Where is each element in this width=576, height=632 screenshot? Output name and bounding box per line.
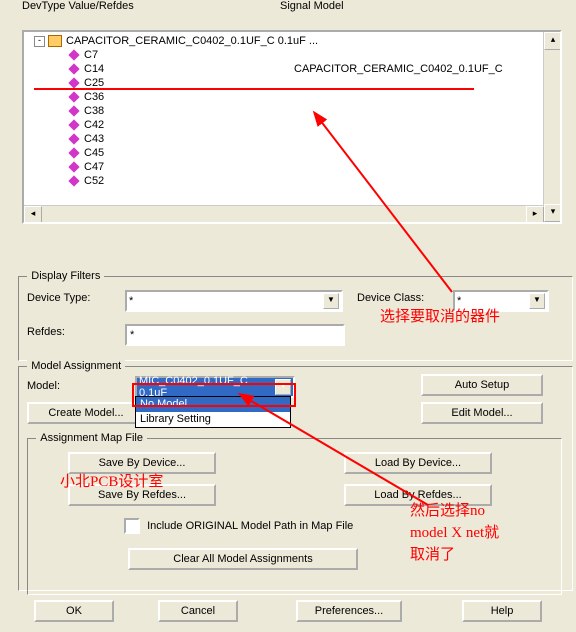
scrollbar-h[interactable]: ◂ ▸ — [24, 205, 544, 222]
diamond-icon — [68, 91, 79, 102]
diamond-icon — [68, 119, 79, 130]
device-class-combo[interactable]: *▼ — [453, 290, 549, 312]
load-by-device-button[interactable]: Load By Device... — [344, 452, 492, 474]
display-filters-group: Display Filters Device Type: *▼ Device C… — [18, 270, 573, 361]
scroll-down-icon[interactable]: ▾ — [544, 204, 562, 222]
tree-item[interactable]: C14CAPACITOR_CERAMIC_C0402_0.1UF_C — [28, 62, 542, 76]
diamond-icon — [68, 63, 79, 74]
chevron-down-icon[interactable]: ▼ — [529, 293, 545, 309]
model-dropdown-list[interactable]: No Model Library Setting — [135, 396, 291, 428]
col-header-signal: Signal Model — [280, 0, 344, 12]
folder-icon — [48, 35, 62, 47]
assignment-map-group: Assignment Map File Save By Device... Lo… — [27, 432, 562, 595]
diamond-icon — [68, 105, 79, 116]
include-original-checkbox[interactable]: Include ORIGINAL Model Path in Map File — [124, 518, 353, 534]
diamond-icon — [68, 133, 79, 144]
diamond-icon — [68, 147, 79, 158]
save-by-device-button[interactable]: Save By Device... — [68, 452, 216, 474]
preferences-button[interactable]: Preferences... — [296, 600, 402, 622]
dropdown-option-library[interactable]: Library Setting — [136, 412, 290, 427]
checkbox-icon[interactable] — [124, 518, 140, 534]
diamond-icon — [68, 49, 79, 60]
tree-item[interactable]: C7 — [28, 48, 542, 62]
tree-item[interactable]: C47 — [28, 160, 542, 174]
clear-all-button[interactable]: Clear All Model Assignments — [128, 548, 358, 570]
tree-item[interactable]: C25 — [28, 76, 542, 90]
tree-item[interactable]: C45 — [28, 146, 542, 160]
chevron-down-icon[interactable]: ▼ — [275, 379, 291, 395]
map-legend: Assignment Map File — [36, 432, 147, 444]
scroll-up-icon[interactable]: ▴ — [544, 32, 562, 50]
device-class-label: Device Class: — [357, 292, 424, 304]
save-by-refdes-button[interactable]: Save By Refdes... — [68, 484, 216, 506]
cancel-button[interactable]: Cancel — [158, 600, 238, 622]
dropdown-option-no-model[interactable]: No Model — [136, 397, 290, 412]
chevron-down-icon[interactable]: ▼ — [323, 293, 339, 309]
scroll-right-icon[interactable]: ▸ — [526, 206, 544, 224]
load-by-refdes-button[interactable]: Load By Refdes... — [344, 484, 492, 506]
assign-legend: Model Assignment — [27, 360, 125, 372]
diamond-icon — [68, 161, 79, 172]
device-type-label: Device Type: — [27, 292, 90, 304]
diamond-icon — [68, 77, 79, 88]
tree-item[interactable]: C38 — [28, 104, 542, 118]
edit-model-button[interactable]: Edit Model... — [421, 402, 543, 424]
tree-root[interactable]: - CAPACITOR_CERAMIC_C0402_0.1UF_C 0.1uF … — [28, 34, 542, 48]
create-model-button[interactable]: Create Model... — [27, 402, 145, 424]
device-type-combo[interactable]: *▼ — [125, 290, 343, 312]
signal-model-value: CAPACITOR_CERAMIC_C0402_0.1UF_C — [294, 62, 503, 76]
model-label: Model: — [27, 380, 60, 392]
tree-item[interactable]: C43 — [28, 132, 542, 146]
diamond-icon — [68, 175, 79, 186]
tree-item[interactable]: C36 — [28, 90, 542, 104]
collapse-icon[interactable]: - — [34, 36, 45, 47]
help-button[interactable]: Help — [462, 600, 542, 622]
auto-setup-button[interactable]: Auto Setup — [421, 374, 543, 396]
refdes-input[interactable]: * — [125, 324, 345, 346]
refdes-label: Refdes: — [27, 326, 65, 338]
model-combo[interactable]: MIC_C0402_0.1UF_C 0.1uF▼ — [135, 376, 295, 398]
col-header-devtype: DevType Value/Refdes — [22, 0, 134, 12]
tree-item[interactable]: C42 — [28, 118, 542, 132]
device-tree[interactable]: - CAPACITOR_CERAMIC_C0402_0.1UF_C 0.1uF … — [22, 30, 562, 224]
tree-root-label: CAPACITOR_CERAMIC_C0402_0.1UF_C 0.1uF ..… — [66, 34, 318, 48]
model-assignment-group: Model Assignment Model: MIC_C0402_0.1UF_… — [18, 360, 573, 591]
scroll-left-icon[interactable]: ◂ — [24, 206, 42, 224]
tree-item[interactable]: C52 — [28, 174, 542, 188]
scrollbar-v[interactable]: ▴ ▾ — [543, 32, 560, 222]
filters-legend: Display Filters — [27, 270, 104, 282]
ok-button[interactable]: OK — [34, 600, 114, 622]
